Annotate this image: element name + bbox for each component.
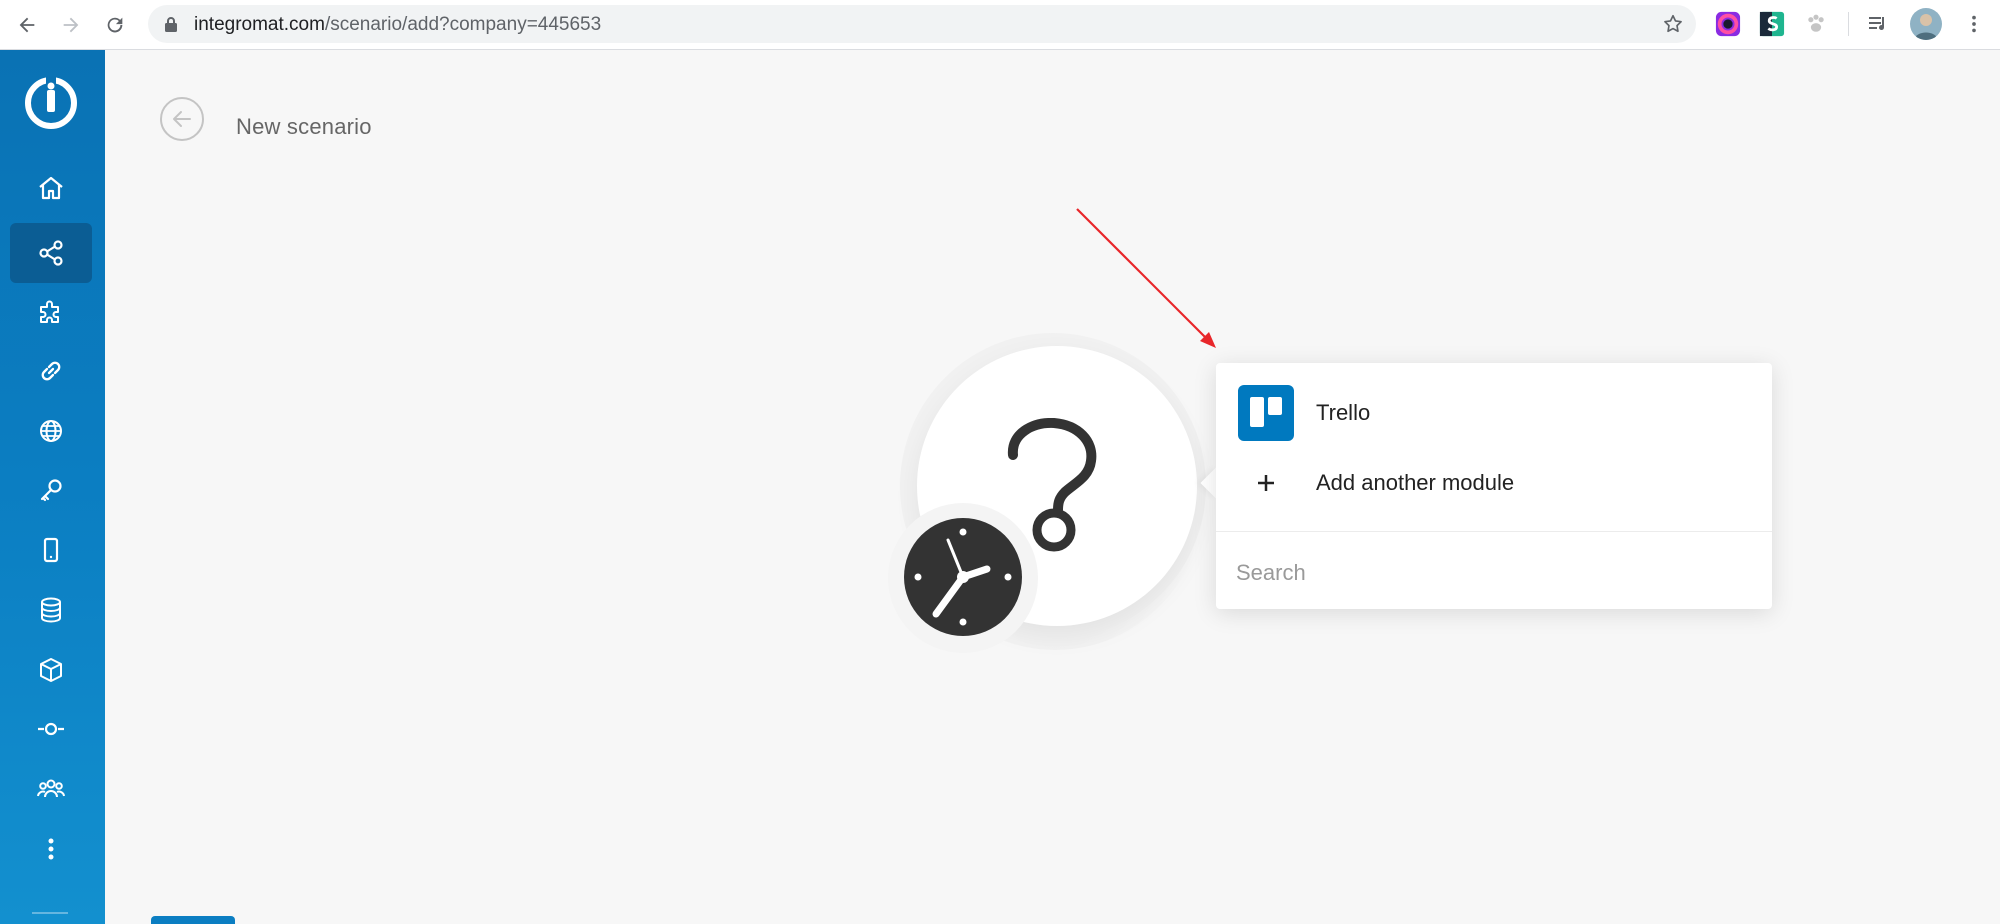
sidebar-item-templates[interactable] <box>10 283 92 341</box>
trello-logo-icon <box>1238 385 1294 441</box>
plus-icon <box>1258 475 1274 491</box>
more-vertical-icon <box>48 838 54 860</box>
sidebar-item-connections[interactable] <box>10 342 92 400</box>
sidebar-item-custom-apps[interactable] <box>10 700 92 758</box>
puzzle-icon <box>40 300 59 323</box>
scenarios-icon <box>39 240 63 266</box>
popup-divider <box>1216 531 1772 532</box>
s-extension-icon[interactable] <box>1758 10 1786 38</box>
arrow-left-icon <box>173 111 191 127</box>
paw-extension-icon[interactable] <box>1802 10 1830 38</box>
sidebar-item-scenarios[interactable] <box>10 223 92 283</box>
url-text: integromat.com/scenario/add?company=4456… <box>194 14 602 35</box>
address-bar[interactable]: integromat.com/scenario/add?company=4456… <box>148 5 1696 43</box>
profile-avatar[interactable] <box>1910 8 1942 40</box>
reload-icon[interactable] <box>99 9 131 41</box>
bottom-toolbar-tab[interactable] <box>151 916 235 924</box>
sidebar-item-data-stores[interactable] <box>10 581 92 639</box>
sidebar-item-team[interactable] <box>10 760 92 818</box>
key-icon <box>40 479 62 502</box>
module-search-input[interactable] <box>1236 553 1752 593</box>
sidebar-item-keys[interactable] <box>10 461 92 519</box>
home-icon <box>39 176 63 200</box>
popup-item-add-module[interactable]: Add another module <box>1216 451 1772 515</box>
forward-arrow-icon[interactable] <box>55 9 87 41</box>
sidebar-item-data-structures[interactable] <box>10 641 92 699</box>
module-suggestion-popup: Trello Add another module <box>1216 363 1772 609</box>
sidebar-item-webhooks[interactable] <box>10 402 92 460</box>
back-button[interactable] <box>160 97 204 141</box>
mobile-icon <box>43 537 59 563</box>
media-queue-icon[interactable] <box>1864 10 1892 38</box>
color-extension-icon[interactable] <box>1714 10 1742 38</box>
popup-item-label: Trello <box>1316 400 1371 425</box>
globe-icon <box>40 420 62 442</box>
browser-toolbar: integromat.com/scenario/add?company=4456… <box>0 0 2000 50</box>
integromat-logo[interactable] <box>24 76 78 130</box>
sidebar-item-more[interactable] <box>10 820 92 878</box>
browser-menu-icon[interactable] <box>1960 10 1988 38</box>
sidebar-item-dashboard[interactable] <box>10 159 92 217</box>
sidebar-item-devices[interactable] <box>10 521 92 579</box>
database-icon <box>41 597 61 623</box>
popup-item-trello[interactable]: Trello <box>1216 381 1772 445</box>
bookmark-star-icon[interactable] <box>1662 13 1684 35</box>
link-icon <box>41 361 61 381</box>
clock-icon[interactable] <box>904 518 1022 636</box>
toolbar-separator <box>1848 12 1849 36</box>
annotation-arrow <box>1076 208 1216 348</box>
cube-icon <box>40 658 62 682</box>
commit-node-icon <box>38 722 64 736</box>
lock-icon <box>165 17 177 32</box>
page-title: New scenario <box>236 114 372 139</box>
back-arrow-icon[interactable] <box>11 9 43 41</box>
sidebar <box>0 50 105 924</box>
team-icon <box>37 779 65 798</box>
sidebar-divider <box>32 912 68 914</box>
popup-item-label: Add another module <box>1316 470 1515 495</box>
